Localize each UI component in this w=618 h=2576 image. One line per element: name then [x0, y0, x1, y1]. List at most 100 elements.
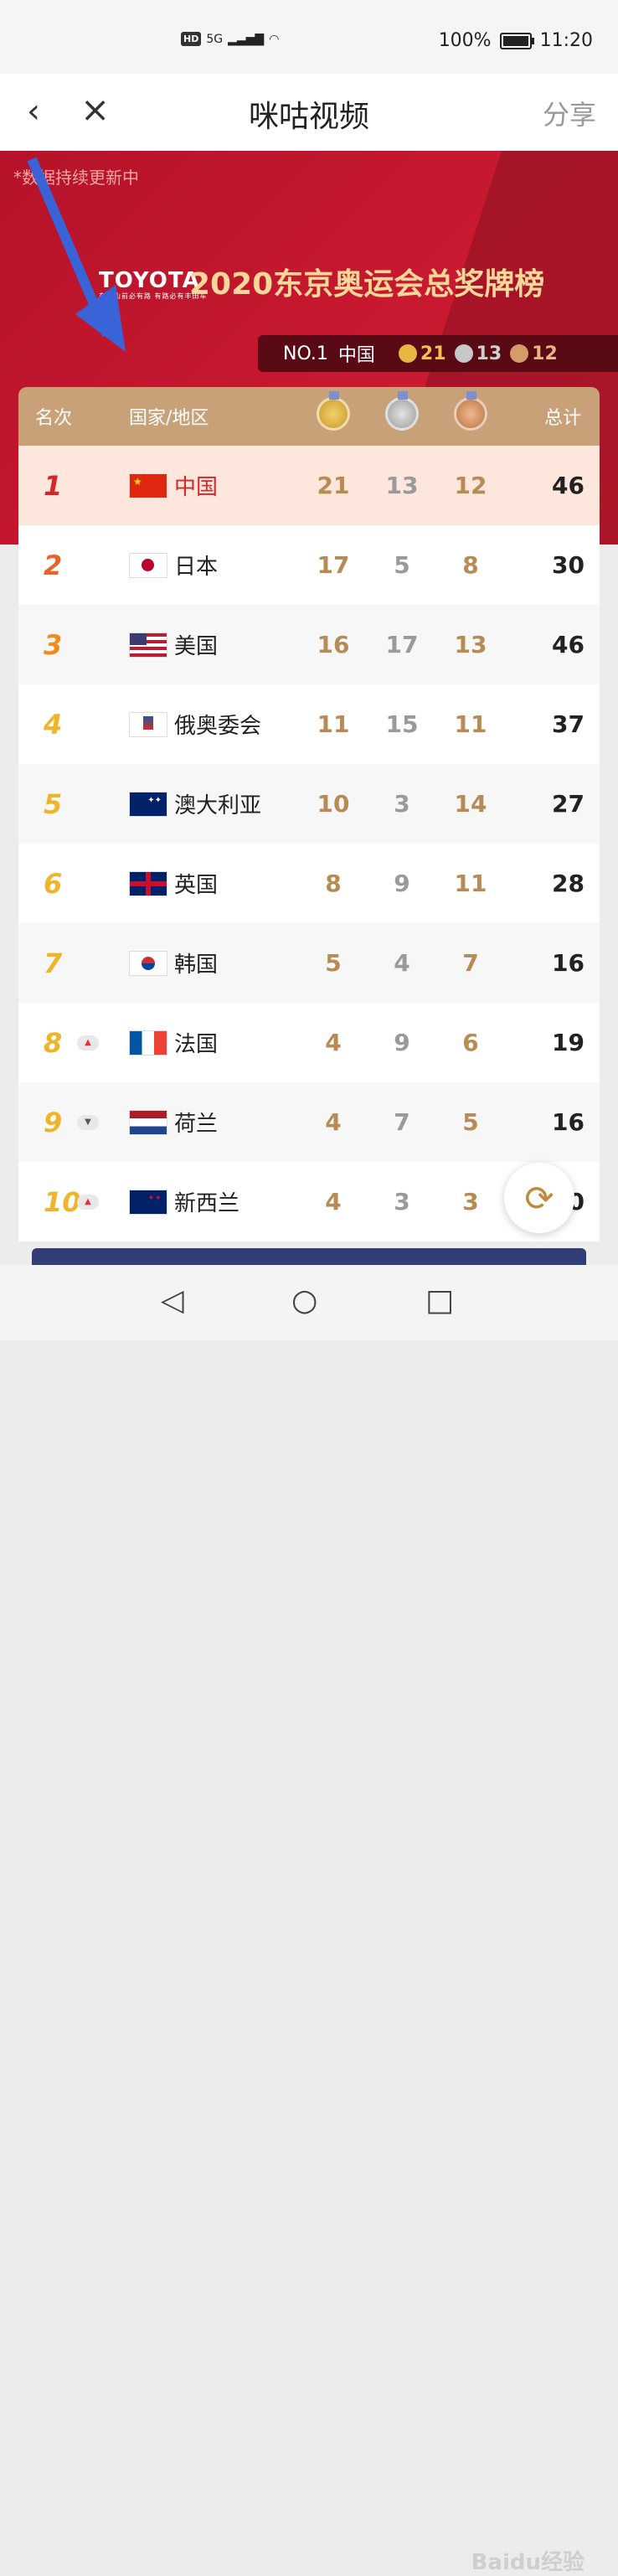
rank-number: 8: [44, 1026, 63, 1059]
wifi-icon: ◠: [269, 32, 280, 46]
rank-number: 9: [44, 1106, 63, 1138]
rank-number: 7: [44, 947, 63, 979]
country-name: 俄奥委会: [174, 714, 262, 739]
bronze-medal-icon: [510, 344, 529, 363]
flag-uk-icon: [129, 870, 167, 896]
medal-table-title: 2020东京奥运会总奖牌榜: [189, 267, 545, 302]
gold-count: 17: [317, 551, 350, 579]
system-back-icon[interactable]: ◁: [161, 1283, 184, 1318]
bronze-count: 8: [462, 551, 479, 579]
gold-summary: 21: [398, 343, 446, 364]
trend-up-icon: ▲: [77, 1035, 99, 1051]
refresh-button[interactable]: ⟳: [504, 1163, 574, 1233]
table-row[interactable]: 5 ✦✦ 澳大利亚 10 3 14 27: [18, 764, 600, 844]
total-count: 37: [552, 710, 585, 738]
bronze-count: 14: [454, 790, 487, 818]
watermark: Baidu经验: [471, 2550, 585, 2575]
flag-korea-icon: [129, 950, 167, 976]
header-country: 国家/地区: [129, 408, 209, 429]
gold-count: 4: [325, 1029, 342, 1056]
trend-up-icon: ▲: [77, 1194, 99, 1210]
share-button[interactable]: 分享: [543, 94, 596, 132]
flag-roc-icon: [129, 711, 167, 737]
medal-table: 名次 国家/地区 总计 1 ★ 中国 21 13 12 46 2 日本 17 5…: [18, 387, 600, 1242]
total-count: 27: [552, 790, 585, 818]
silver-count: 9: [394, 1029, 410, 1056]
signal-indicators: HD 5G ▂▃▅▇ ◠: [181, 32, 279, 46]
table-row[interactable]: 2 日本 17 5 8 30: [18, 525, 600, 605]
gold-count: 21: [420, 343, 446, 364]
gold-count: 8: [325, 870, 342, 897]
country-name: 中国: [174, 475, 219, 500]
country-name: 韩国: [174, 952, 219, 978]
table-row[interactable]: 7 韩国 5 4 7 16: [18, 923, 600, 1003]
silver-count: 17: [385, 631, 419, 658]
total-count: 46: [552, 631, 585, 658]
hd-badge: HD: [181, 32, 202, 46]
gold-medal-icon: [398, 344, 417, 363]
bronze-count: 5: [462, 1108, 479, 1136]
bronze-count: 6: [462, 1029, 479, 1056]
gold-count: 10: [317, 790, 350, 818]
flag-australia-icon: ✦✦: [129, 791, 167, 817]
system-nav-bar: ◁ ○ □ Baidu经验: [0, 1265, 618, 2575]
table-header: 名次 国家/地区 总计: [18, 387, 600, 446]
total-count: 30: [552, 551, 585, 579]
rank-number: 4: [44, 708, 63, 741]
silver-count: 15: [385, 710, 419, 738]
table-row[interactable]: 9 ▼ 荷兰 4 7 5 16: [18, 1082, 600, 1162]
bronze-medal-icon: [454, 391, 487, 431]
gold-medal-icon: [317, 391, 350, 431]
country-name: 英国: [174, 873, 219, 898]
flag-netherlands-icon: [129, 1109, 167, 1135]
bronze-count: 12: [532, 343, 558, 364]
refresh-icon: ⟳: [524, 1177, 554, 1219]
country-name: 新西兰: [174, 1191, 240, 1216]
table-body: 1 ★ 中国 21 13 12 46 2 日本 17 5 8 30 3 美国 1…: [18, 446, 600, 1242]
rank-number: 10: [44, 1185, 81, 1218]
total-count: 16: [552, 1108, 585, 1136]
rank-number: 1: [44, 469, 63, 502]
table-row[interactable]: 8 ▲ 法国 4 9 6 19: [18, 1003, 600, 1082]
silver-count: 9: [394, 870, 410, 897]
rank-number: 6: [44, 867, 63, 900]
clock: 11:20: [539, 30, 593, 51]
bronze-count: 12: [454, 472, 487, 499]
country-name: 法国: [174, 1032, 219, 1057]
flag-china-icon: ★: [129, 472, 167, 498]
leader-summary-bar: NO.1 中国 21 13 12: [258, 335, 618, 372]
gold-count: 4: [325, 1188, 342, 1216]
flag-newzealand-icon: ✦✦: [129, 1189, 167, 1215]
table-row[interactable]: 3 美国 16 17 13 46: [18, 605, 600, 684]
trend-down-icon: ▼: [77, 1114, 99, 1130]
gold-count: 4: [325, 1108, 342, 1136]
table-row[interactable]: 6 英国 8 9 11 28: [18, 844, 600, 923]
table-row[interactable]: 1 ★ 中国 21 13 12 46: [18, 446, 600, 525]
total-count: 46: [552, 472, 585, 499]
header-rank: 名次: [35, 408, 73, 429]
table-row[interactable]: 4 俄奥委会 11 15 11 37: [18, 684, 600, 764]
bronze-count: 3: [462, 1188, 479, 1216]
gold-count: 11: [317, 710, 350, 738]
silver-count: 13: [476, 343, 502, 364]
leader-country: 中国: [337, 345, 375, 366]
status-bar: HD 5G ▂▃▅▇ ◠ 100% 11:20: [0, 0, 618, 74]
annotation-arrow: [27, 157, 126, 352]
bronze-count: 11: [454, 710, 487, 738]
leader-rank: NO.1: [283, 343, 328, 364]
network-label: 5G: [206, 32, 224, 46]
silver-count: 13: [385, 472, 419, 499]
silver-count: 3: [394, 1188, 410, 1216]
gold-count: 16: [317, 631, 350, 658]
system-recents-icon[interactable]: □: [425, 1283, 454, 1318]
country-name: 日本: [174, 555, 219, 580]
silver-medal-icon: [385, 391, 419, 431]
rank-number: 5: [44, 787, 63, 820]
system-home-icon[interactable]: ○: [291, 1283, 317, 1318]
bronze-count: 11: [454, 870, 487, 897]
ad-banner[interactable]: [32, 1248, 586, 1265]
header-total: 总计: [544, 408, 582, 429]
bronze-count: 13: [454, 631, 487, 658]
bronze-summary: 12: [510, 343, 558, 364]
flag-france-icon: [129, 1030, 167, 1056]
